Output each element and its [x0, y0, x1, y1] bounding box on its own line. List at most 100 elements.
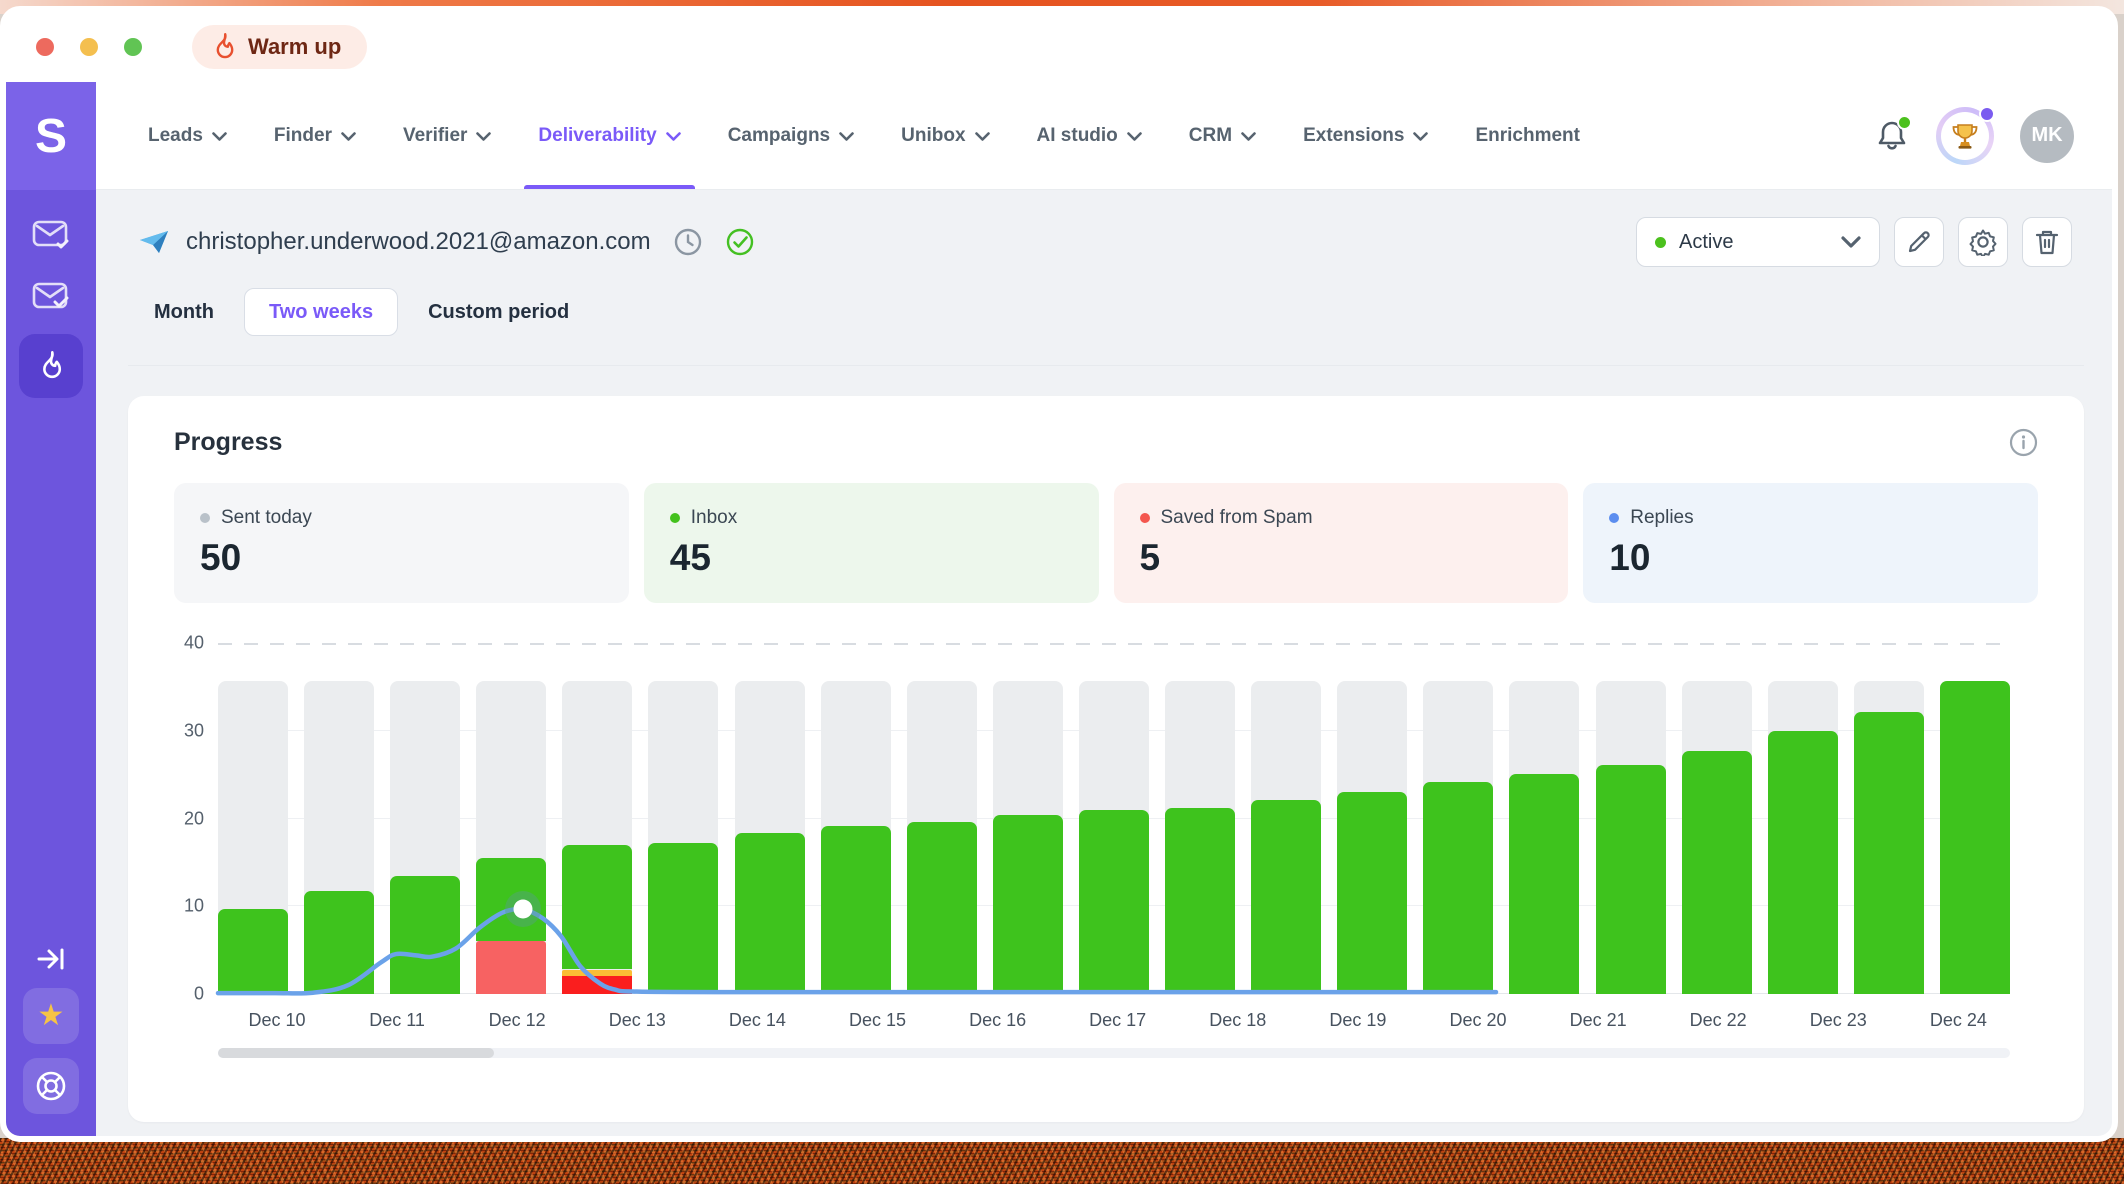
line-marker[interactable] [514, 900, 533, 919]
health-check-icon[interactable] [725, 227, 755, 257]
sidebar-item-email-campaigns[interactable] [31, 218, 71, 252]
chart-bar-day-17[interactable] [1596, 643, 1666, 994]
chart-scrollbar[interactable] [218, 1048, 2010, 1058]
chart-bar-day-11[interactable] [1079, 643, 1149, 994]
chart-bar-day-13[interactable] [1251, 643, 1321, 994]
minimize-window-button[interactable] [80, 38, 98, 56]
card-title: Progress [174, 428, 282, 457]
chart-bars [218, 643, 2010, 994]
status-select[interactable]: Active [1636, 217, 1880, 267]
edit-button[interactable] [1894, 217, 1944, 267]
warm-up-tab-pill[interactable]: Warm up [192, 25, 367, 69]
nav-item-enrichment[interactable]: Enrichment [1475, 82, 1580, 189]
favorites-button[interactable]: ★ [23, 988, 79, 1044]
chevron-down-icon [476, 132, 491, 142]
sent-bar [1509, 774, 1579, 994]
chart-bar-day-18[interactable] [1682, 643, 1752, 994]
sent-bar [1854, 712, 1924, 994]
sent-bar [993, 815, 1063, 994]
zoom-window-button[interactable] [124, 38, 142, 56]
chart-bar-day-12[interactable] [1165, 643, 1235, 994]
chart-bar-day-14[interactable] [1337, 643, 1407, 994]
sent-bar [1251, 800, 1321, 994]
nav-item-leads[interactable]: Leads [148, 82, 227, 189]
chart-bar-day-10[interactable] [993, 643, 1063, 994]
chevron-down-icon [1413, 132, 1428, 142]
chart-scrollbar-thumb[interactable] [218, 1048, 494, 1058]
nav-item-deliverability[interactable]: Deliverability [538, 82, 680, 189]
nav-item-extensions[interactable]: Extensions [1303, 82, 1428, 189]
sent-bar [1165, 808, 1235, 994]
nav-item-label: Extensions [1303, 125, 1404, 147]
stat-value: 50 [200, 537, 603, 579]
schedule-icon[interactable] [673, 227, 703, 257]
chart-bar-day-21[interactable] [1940, 643, 2010, 994]
y-tick-label: 20 [164, 808, 204, 829]
collapse-sidebar-icon[interactable] [35, 944, 67, 974]
chart-bar-day-16[interactable] [1509, 643, 1579, 994]
sent-bar [218, 909, 288, 994]
achievement-dot [1979, 106, 1995, 122]
y-tick-label: 40 [164, 633, 204, 654]
tab-custom-period[interactable]: Custom period [412, 301, 585, 324]
chart-bar-day-4[interactable] [476, 643, 546, 994]
chart-bar-day-20[interactable] [1854, 643, 1924, 994]
x-tick-label: Dec 14 [729, 1010, 786, 1031]
stat-value: 10 [1609, 537, 2012, 579]
nav-item-verifier[interactable]: Verifier [403, 82, 491, 189]
nav-item-label: Finder [274, 125, 332, 147]
sidebar-item-warmup-active[interactable] [19, 334, 83, 398]
status-value: Active [1679, 231, 1733, 254]
sent-bar [562, 845, 632, 970]
chart-bar-day-2[interactable] [304, 643, 374, 994]
sent-bar [821, 826, 891, 995]
sidebar-item-email-verify[interactable] [31, 280, 71, 314]
sent-bar [304, 891, 374, 994]
chart-bar-day-7[interactable] [735, 643, 805, 994]
nav-item-ai-studio[interactable]: AI studio [1037, 82, 1142, 189]
nav-item-label: Enrichment [1475, 125, 1580, 147]
chart-x-axis: Dec 10Dec 11Dec 12Dec 13Dec 14Dec 15Dec … [218, 994, 2010, 1040]
nav-item-crm[interactable]: CRM [1189, 82, 1256, 189]
x-tick-label: Dec 21 [1570, 1010, 1627, 1031]
stat-label: Replies [1630, 507, 1693, 529]
chart-bar-day-6[interactable] [648, 643, 718, 994]
sent-bar [1682, 751, 1752, 994]
tab-month[interactable]: Month [138, 301, 230, 324]
chart-bar-day-8[interactable] [821, 643, 891, 994]
sent-bar [390, 876, 460, 995]
support-button[interactable] [23, 1058, 79, 1114]
chart-bar-day-3[interactable] [390, 643, 460, 994]
info-icon[interactable] [2009, 428, 2038, 457]
settings-button[interactable] [1958, 217, 2008, 267]
delete-button[interactable] [2022, 217, 2072, 267]
traffic-lights [36, 38, 142, 56]
y-tick-label: 30 [164, 720, 204, 741]
close-window-button[interactable] [36, 38, 54, 56]
nav-item-campaigns[interactable]: Campaigns [728, 82, 854, 189]
tab-two-weeks[interactable]: Two weeks [244, 288, 398, 336]
chart-bar-day-15[interactable] [1423, 643, 1493, 994]
top-navbar: Leads Finder Verifier Deliverability Campaig… [96, 82, 2112, 190]
x-tick-label: Dec 12 [489, 1010, 546, 1031]
stat-dot [1609, 513, 1619, 523]
nav-item-unibox[interactable]: Unibox [901, 82, 989, 189]
x-tick-label: Dec 17 [1089, 1010, 1146, 1031]
chart-bar-day-9[interactable] [907, 643, 977, 994]
x-tick-label: Dec 22 [1690, 1010, 1747, 1031]
flame-icon [212, 33, 236, 61]
notifications-button[interactable] [1874, 117, 1910, 155]
period-tabs: Month Two weeks Custom period [138, 288, 2072, 336]
chart-bar-day-5[interactable] [562, 643, 632, 994]
stat-card-saved-from-spam: Saved from Spam5 [1114, 483, 1569, 603]
nav-item-finder[interactable]: Finder [274, 82, 356, 189]
chart-bar-day-1[interactable] [218, 643, 288, 994]
warmup-chart: 403020100 Dec 10Dec 11Dec 12Dec 13Dec 14… [174, 643, 2038, 1058]
trophy-icon [1950, 121, 1980, 151]
achievements-button[interactable] [1936, 107, 1994, 165]
nav-item-label: Unibox [901, 125, 965, 147]
logo[interactable]: S [6, 82, 96, 190]
x-tick-label: Dec 16 [969, 1010, 1026, 1031]
avatar[interactable]: MK [2020, 109, 2074, 163]
chart-bar-day-19[interactable] [1768, 643, 1838, 994]
